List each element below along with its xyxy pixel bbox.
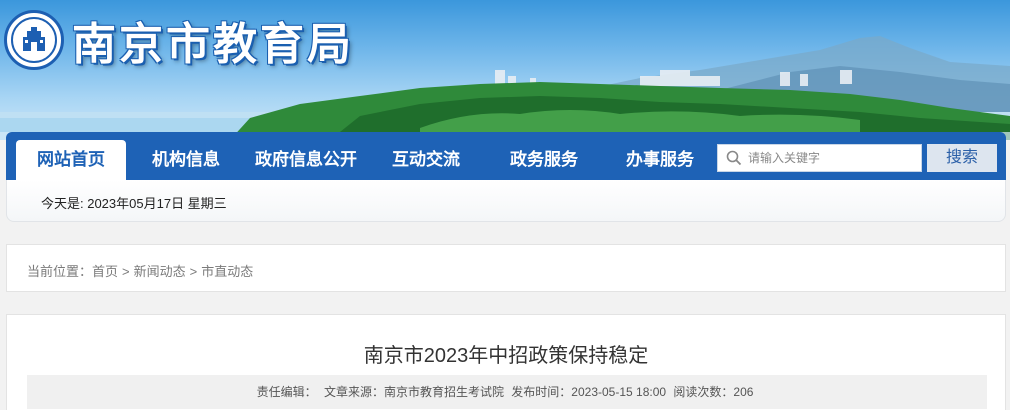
nav-item-home[interactable]: 网站首页 <box>16 140 126 180</box>
breadcrumb-prefix: 当前位置： <box>27 264 93 279</box>
article-title: 南京市2023年中招政策保持稳定 <box>363 345 649 367</box>
nanjing-education-seal-icon[interactable] <box>4 10 64 70</box>
header-banner: 南京市教育局 <box>0 0 1010 140</box>
search-input[interactable] <box>748 148 916 168</box>
search-button[interactable]: 搜索 <box>927 144 997 172</box>
nav-item-interaction[interactable]: 互动交流 <box>378 140 474 180</box>
nav-item-organization[interactable]: 机构信息 <box>138 140 234 180</box>
breadcrumb-panel: 当前位置：首页 > 新闻动态 > 市直动态 <box>6 244 1006 292</box>
main-navigation: 网站首页 机构信息 政府信息公开 互动交流 政务服务 办事服务 搜索 <box>6 132 1006 180</box>
breadcrumb-separator: > <box>189 264 198 279</box>
article-source: 文章来源：南京市教育招生考试院 <box>323 385 504 399</box>
breadcrumb-item-news[interactable]: 新闻动态 <box>134 264 186 279</box>
seal-inner-ring <box>11 17 57 63</box>
breadcrumb: 当前位置：首页 > 新闻动态 > 市直动态 <box>27 261 253 280</box>
today-date: 今天是: 2023年05月17日 星期三 <box>41 196 227 211</box>
search-box <box>717 144 922 172</box>
article-meta-bar: 责任编辑： 文章来源：南京市教育招生考试院 发布时间：2023-05-15 18… <box>27 375 987 409</box>
nav-item-gov-info[interactable]: 政府信息公开 <box>246 140 366 180</box>
breadcrumb-item-home[interactable]: 首页 <box>92 264 118 279</box>
search-icon <box>726 150 742 170</box>
city-gate-icon <box>23 27 45 51</box>
date-bar: 今天是: 2023年05月17日 星期三 <box>6 180 1006 222</box>
article-publish-time: 发布时间：2023-05-15 18:00 <box>511 385 667 399</box>
nav-item-affairs-services[interactable]: 办事服务 <box>612 140 708 180</box>
article-panel: 南京市2023年中招政策保持稳定 责任编辑： 文章来源：南京市教育招生考试院 发… <box>6 314 1006 410</box>
article-editor: 责任编辑： <box>256 385 317 399</box>
site-title[interactable]: 南京市教育局 <box>72 8 354 72</box>
article-view-count: 阅读次数：206 <box>673 385 754 399</box>
breadcrumb-separator: > <box>122 264 130 279</box>
breadcrumb-item-city-news[interactable]: 市直动态 <box>201 264 253 279</box>
nav-item-gov-services[interactable]: 政务服务 <box>496 140 592 180</box>
